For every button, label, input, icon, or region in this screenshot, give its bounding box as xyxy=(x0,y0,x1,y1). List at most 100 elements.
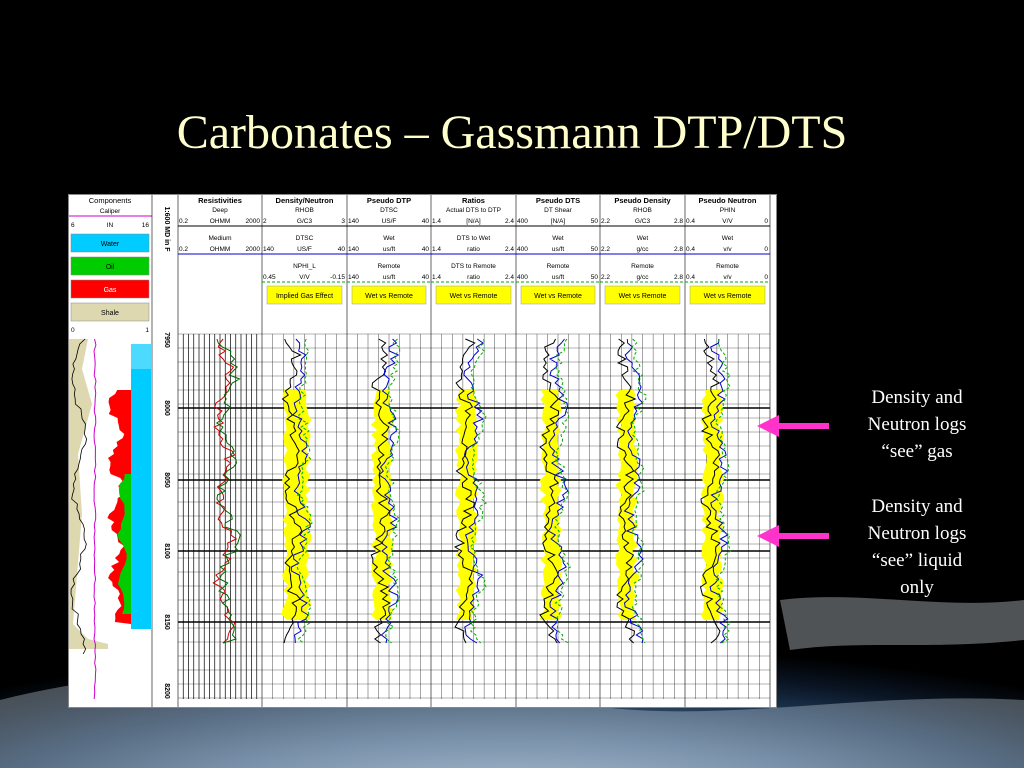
water-fill xyxy=(131,344,151,369)
curve-name: Actual DTS to DTP xyxy=(446,207,501,214)
scale-min: 140 xyxy=(348,246,359,253)
scale-unit: us/ft xyxy=(552,274,564,281)
scale-min: 0 xyxy=(71,327,75,334)
scale-max: 50 xyxy=(591,246,599,253)
curve-name: RHOB xyxy=(633,207,652,214)
curve-name: Wet xyxy=(383,235,395,242)
annotation-line: Density and xyxy=(871,387,963,408)
track-title: Density/Neutron xyxy=(276,196,334,205)
curve-name: DTSC xyxy=(296,235,314,242)
depth-label: 8100 xyxy=(163,543,170,559)
legend-shale-label: Shale xyxy=(101,310,119,317)
scale-unit: v/v xyxy=(723,274,732,281)
scale-max: 40 xyxy=(338,246,346,253)
scale-max: 0 xyxy=(764,246,768,253)
scale-min: 6 xyxy=(71,222,75,229)
scale-min: 1.4 xyxy=(432,246,441,253)
track-button-label: Wet vs Remote xyxy=(534,293,582,300)
scale-min: 0.4 xyxy=(686,246,695,253)
scale-unit: G/C3 xyxy=(635,218,651,225)
components-title: Components xyxy=(89,196,132,205)
scale-unit: G/C3 xyxy=(297,218,313,225)
caliper-label: Caliper xyxy=(100,208,121,215)
scale-min: 0.4 xyxy=(686,274,695,281)
track-title: Resistivities xyxy=(198,196,242,205)
legend-water-label: Water xyxy=(101,241,120,248)
scale-min: 400 xyxy=(517,274,528,281)
scale-max: 2.4 xyxy=(505,218,514,225)
track-title: Ratios xyxy=(462,196,485,205)
scale-unit: g/cc xyxy=(637,246,650,253)
yellow-fill xyxy=(281,390,312,620)
track-button-label: Wet vs Remote xyxy=(619,293,667,300)
scale-max: 50 xyxy=(591,274,599,281)
scale-min: 400 xyxy=(517,218,528,225)
scale-unit: us/ft xyxy=(552,246,564,253)
legend-oil-label: Oil xyxy=(106,264,115,271)
curve-name: DT Shear xyxy=(544,207,573,214)
scale-min: 1.4 xyxy=(432,274,441,281)
curve-name: Deep xyxy=(212,207,228,214)
curve-name: Remote xyxy=(631,263,654,270)
slide-title: Carbonates – Gassmann DTP/DTS xyxy=(176,106,848,159)
annotation-line: “see” liquid xyxy=(871,550,963,571)
curve-name: Medium xyxy=(208,235,231,242)
scale-min: 140 xyxy=(348,274,359,281)
scale-min: 140 xyxy=(348,218,359,225)
scale-unit: [N/A] xyxy=(551,218,566,225)
track-button-label: Wet vs Remote xyxy=(365,293,413,300)
scale-max: 0 xyxy=(764,274,768,281)
scale-max: 40 xyxy=(422,246,430,253)
panel-border xyxy=(68,194,777,708)
scale-unit: IN xyxy=(107,222,114,229)
scale-min: 400 xyxy=(517,246,528,253)
curve-name: Remote xyxy=(547,263,570,270)
scale-unit: ratio xyxy=(467,246,480,253)
scale-max: 2.4 xyxy=(505,246,514,253)
curve-name: DTS to Remote xyxy=(451,263,496,270)
track-title: Pseudo DTP xyxy=(367,196,411,205)
scale-max: 40 xyxy=(422,274,430,281)
annotation-line: Neutron logs xyxy=(867,414,967,435)
scale-max: 2.8 xyxy=(674,246,683,253)
annotation-line: only xyxy=(900,577,934,598)
scale-unit: g/cc xyxy=(637,274,650,281)
track-button-label: Implied Gas Effect xyxy=(276,293,333,300)
arrow-left-icon xyxy=(757,525,829,547)
curve-name: Wet xyxy=(722,235,734,242)
scale-max: 3 xyxy=(341,218,345,225)
scale-max: 2.4 xyxy=(505,274,514,281)
scale-min: 0.45 xyxy=(263,274,276,281)
water-fill xyxy=(131,369,151,629)
annotation-line: Neutron logs xyxy=(867,523,967,544)
arrow-left-icon xyxy=(757,415,829,437)
scale-min: 140 xyxy=(263,246,274,253)
scale-unit: v/v xyxy=(723,246,732,253)
scale-unit: [N/A] xyxy=(466,218,481,225)
track-title: Pseudo Density xyxy=(614,196,671,205)
scale-unit: OHMM xyxy=(210,218,231,225)
scale-max: 2000 xyxy=(246,246,261,253)
depth-scale-label: 1:600 MD in F xyxy=(163,206,170,252)
annotation-liquid: Density and Neutron logs “see” liquid on… xyxy=(842,493,992,601)
curve-name: NPHI_L xyxy=(293,263,316,270)
scale-max: 50 xyxy=(591,218,599,225)
depth-label: 7950 xyxy=(163,332,170,348)
curve-name: PHIN xyxy=(720,207,736,214)
scale-max: -0.15 xyxy=(330,274,345,281)
scale-unit: us/ft xyxy=(383,274,395,281)
scale-min: 2.2 xyxy=(601,246,610,253)
scale-min: 0.2 xyxy=(179,246,188,253)
curve-name: DTS to Wet xyxy=(457,235,491,242)
scale-unit: V/V xyxy=(722,218,733,225)
curve-name: Remote xyxy=(378,263,401,270)
track-title: Pseudo DTS xyxy=(536,196,580,205)
track-title: Pseudo Neutron xyxy=(699,196,757,205)
scale-unit: ratio xyxy=(467,274,480,281)
depth-label: 8050 xyxy=(163,472,170,488)
track-button-label: Wet vs Remote xyxy=(704,293,752,300)
scale-unit: V/V xyxy=(299,274,310,281)
scale-unit: US/F xyxy=(297,246,312,253)
depth-label: 8150 xyxy=(163,614,170,630)
scale-unit: US/F xyxy=(382,218,397,225)
